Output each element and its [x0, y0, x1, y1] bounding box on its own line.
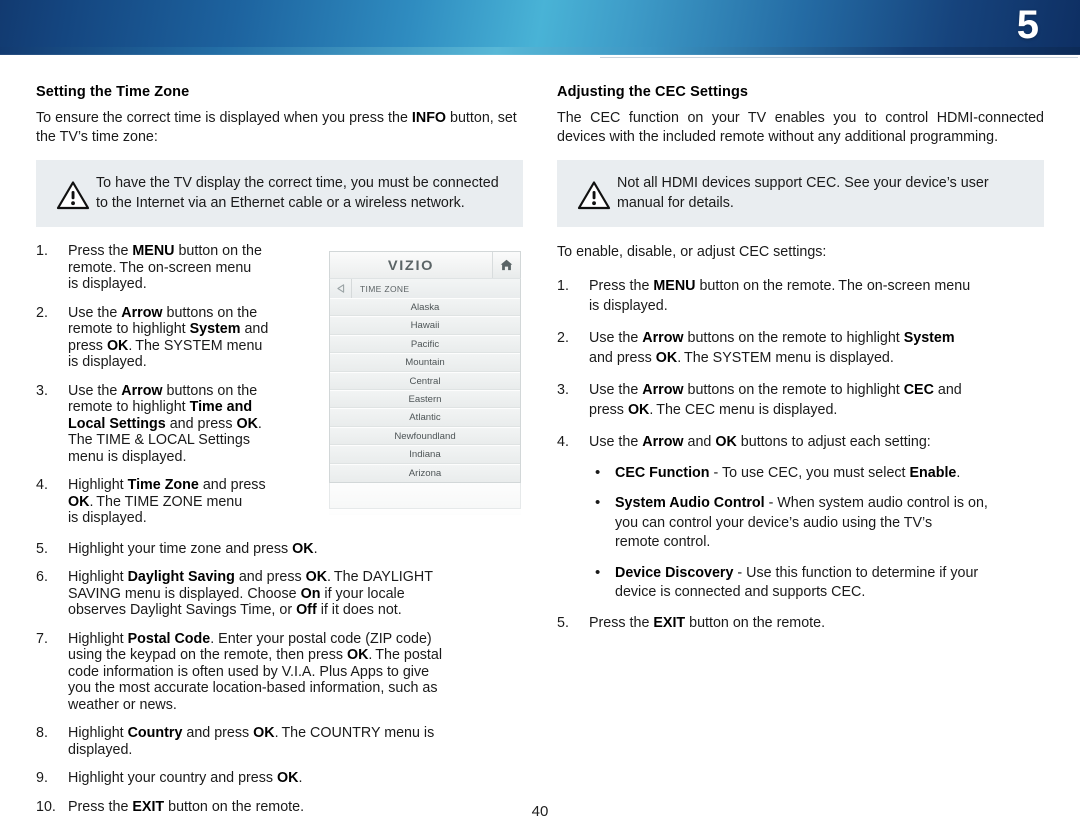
- step-number: 2.: [557, 330, 569, 346]
- tv-menu-titlebar: VIZIO: [329, 251, 521, 278]
- list-item: 5. Highlight your time zone and press OK.: [36, 541, 523, 558]
- step-text: Highlight Daylight Saving and press OK. …: [68, 569, 433, 618]
- step-number: 5.: [36, 540, 48, 557]
- list-item: System Audio Control - When system audio…: [589, 493, 1044, 553]
- step-text: Use the Arrow buttons on the remote to h…: [589, 382, 962, 418]
- step-number: 9.: [36, 770, 48, 786]
- tv-menu-item[interactable]: Eastern: [330, 389, 520, 409]
- tv-menu-item[interactable]: Pacific: [330, 334, 520, 354]
- step-number: 4.: [557, 434, 569, 450]
- step-text: Press the EXIT button on the remote.: [589, 614, 826, 631]
- warning-triangle-icon: [50, 173, 96, 210]
- step-number: 2.: [36, 304, 48, 321]
- step-number: 5.: [557, 614, 569, 631]
- tv-menu-item[interactable]: Central: [330, 371, 520, 390]
- tv-menu-empty-area: [329, 482, 521, 509]
- step-number: 1.: [36, 243, 48, 259]
- step-number: 6.: [36, 569, 48, 585]
- tv-menu-item[interactable]: Indiana: [330, 445, 520, 464]
- step-text: Use the Arrow buttons on the remote to hi…: [68, 304, 269, 371]
- list-item: Device Discovery - Use this function to …: [589, 563, 1044, 603]
- cec-settings-bullets: CEC Function - To use CEC, you must sele…: [589, 463, 1044, 603]
- tv-menu-breadcrumb: TIME ZONE: [329, 278, 521, 298]
- right-intro-paragraph: The CEC function on your TV enables you …: [557, 110, 1044, 145]
- left-intro-paragraph: To ensure the correct time is displayed …: [36, 110, 517, 145]
- tv-menu-list: Alaska Hawaii Pacific Mountain Central E…: [329, 298, 521, 483]
- bullet-text: CEC Function - To use CEC, you must sele…: [615, 464, 961, 481]
- warning-triangle-icon: [571, 173, 617, 210]
- list-item: CEC Function - To use CEC, you must sele…: [589, 463, 1044, 484]
- step-text: Use the Arrow buttons on the remote to h…: [589, 330, 955, 366]
- step-text: Highlight Postal Code. Enter your postal…: [68, 630, 443, 713]
- step-text: Use the Arrow and OK buttons to adjust e…: [589, 434, 931, 450]
- page-number: 40: [531, 803, 549, 820]
- tv-menu-breadcrumb-label: TIME ZONE: [360, 283, 410, 294]
- list-item: 2. Use the Arrow buttons on the remote to…: [557, 329, 1044, 368]
- step-number: 4.: [36, 477, 48, 493]
- left-section-title: Setting the Time Zone: [36, 84, 190, 100]
- right-note-box: Not all HDMI devices support CEC. See yo…: [557, 160, 1044, 227]
- list-item: 9. Highlight your country and press OK.: [36, 770, 523, 787]
- right-note-text: Not all HDMI devices support CEC. See yo…: [617, 175, 989, 211]
- tv-menu-item[interactable]: Hawaii: [330, 316, 520, 335]
- right-section-title: Adjusting the CEC Settings: [557, 84, 749, 100]
- tv-menu-item[interactable]: Alaska: [330, 298, 520, 317]
- chapter-number: 5: [1016, 3, 1039, 47]
- step-text: Use the Arrow buttons on the remote to hi…: [68, 382, 262, 465]
- tv-menu-item[interactable]: Arizona: [330, 463, 520, 482]
- step-text: Press the MENU button on the remote. The…: [589, 278, 971, 314]
- manual-page: 5 Setting the Time Zone To ensure the co…: [0, 0, 1080, 834]
- list-item: 5. Press the EXIT button on the remote.: [557, 614, 1044, 634]
- bullet-text: Device Discovery - Use this function to …: [615, 564, 979, 601]
- bullet-text: System Audio Control - When system audio…: [615, 495, 988, 550]
- step-text: Press the MENU button on the remote. The …: [68, 243, 262, 292]
- page-header-sheen: [0, 47, 1080, 55]
- tv-menu-item[interactable]: Atlantic: [330, 408, 520, 427]
- vizio-logo: VIZIO: [387, 257, 435, 273]
- right-lead-in: To enable, disable, or adjust CEC settin…: [557, 244, 827, 260]
- step-text: Highlight Time Zone and press OK. The TIM…: [68, 477, 266, 526]
- header-hairline: [600, 57, 1078, 58]
- list-item: 8. Highlight Country and press OK. The CO…: [36, 725, 523, 758]
- step-number: 1.: [557, 278, 569, 294]
- tv-menu-item[interactable]: Mountain: [330, 353, 520, 372]
- list-item: 3. Use the Arrow buttons on the remote to…: [557, 381, 1044, 420]
- tv-menu-item[interactable]: Newfoundland: [330, 426, 520, 446]
- list-item: 6. Highlight Daylight Saving and press OK…: [36, 569, 523, 619]
- tv-menu-fade: [329, 508, 521, 515]
- right-step-list: 1. Press the MENU button on the remote. T…: [557, 277, 1044, 453]
- step-text: Highlight Country and press OK. The COUN…: [68, 725, 435, 758]
- right-column: Adjusting the CEC Settings The CEC funct…: [557, 84, 1044, 646]
- left-note-box: To have the TV display the correct time,…: [36, 160, 523, 227]
- step-text: Highlight your time zone and press OK.: [68, 540, 318, 557]
- step-number: 8.: [36, 725, 48, 741]
- step-number: 3.: [557, 382, 569, 398]
- left-note-text: To have the TV display the correct time,…: [96, 175, 499, 211]
- step-text: Highlight your country and press OK.: [68, 770, 303, 786]
- step-number: 7.: [36, 630, 48, 647]
- list-item: 4. Use the Arrow and OK buttons to adjust…: [557, 433, 1044, 453]
- back-arrow-icon[interactable]: [330, 279, 352, 298]
- page-header-band: [0, 0, 1080, 54]
- tv-menu-screenshot: VIZIO TIME ZONE Alaska Hawaii Pacific Mo…: [329, 251, 521, 515]
- list-item: 1. Press the MENU button on the remote. T…: [557, 277, 1044, 316]
- step-number: 3.: [36, 382, 48, 399]
- right-final-step-list: 5. Press the EXIT button on the remote.: [557, 614, 1044, 634]
- home-icon[interactable]: [492, 252, 520, 278]
- list-item: 7. Highlight Postal Code. Enter your post…: [36, 631, 523, 714]
